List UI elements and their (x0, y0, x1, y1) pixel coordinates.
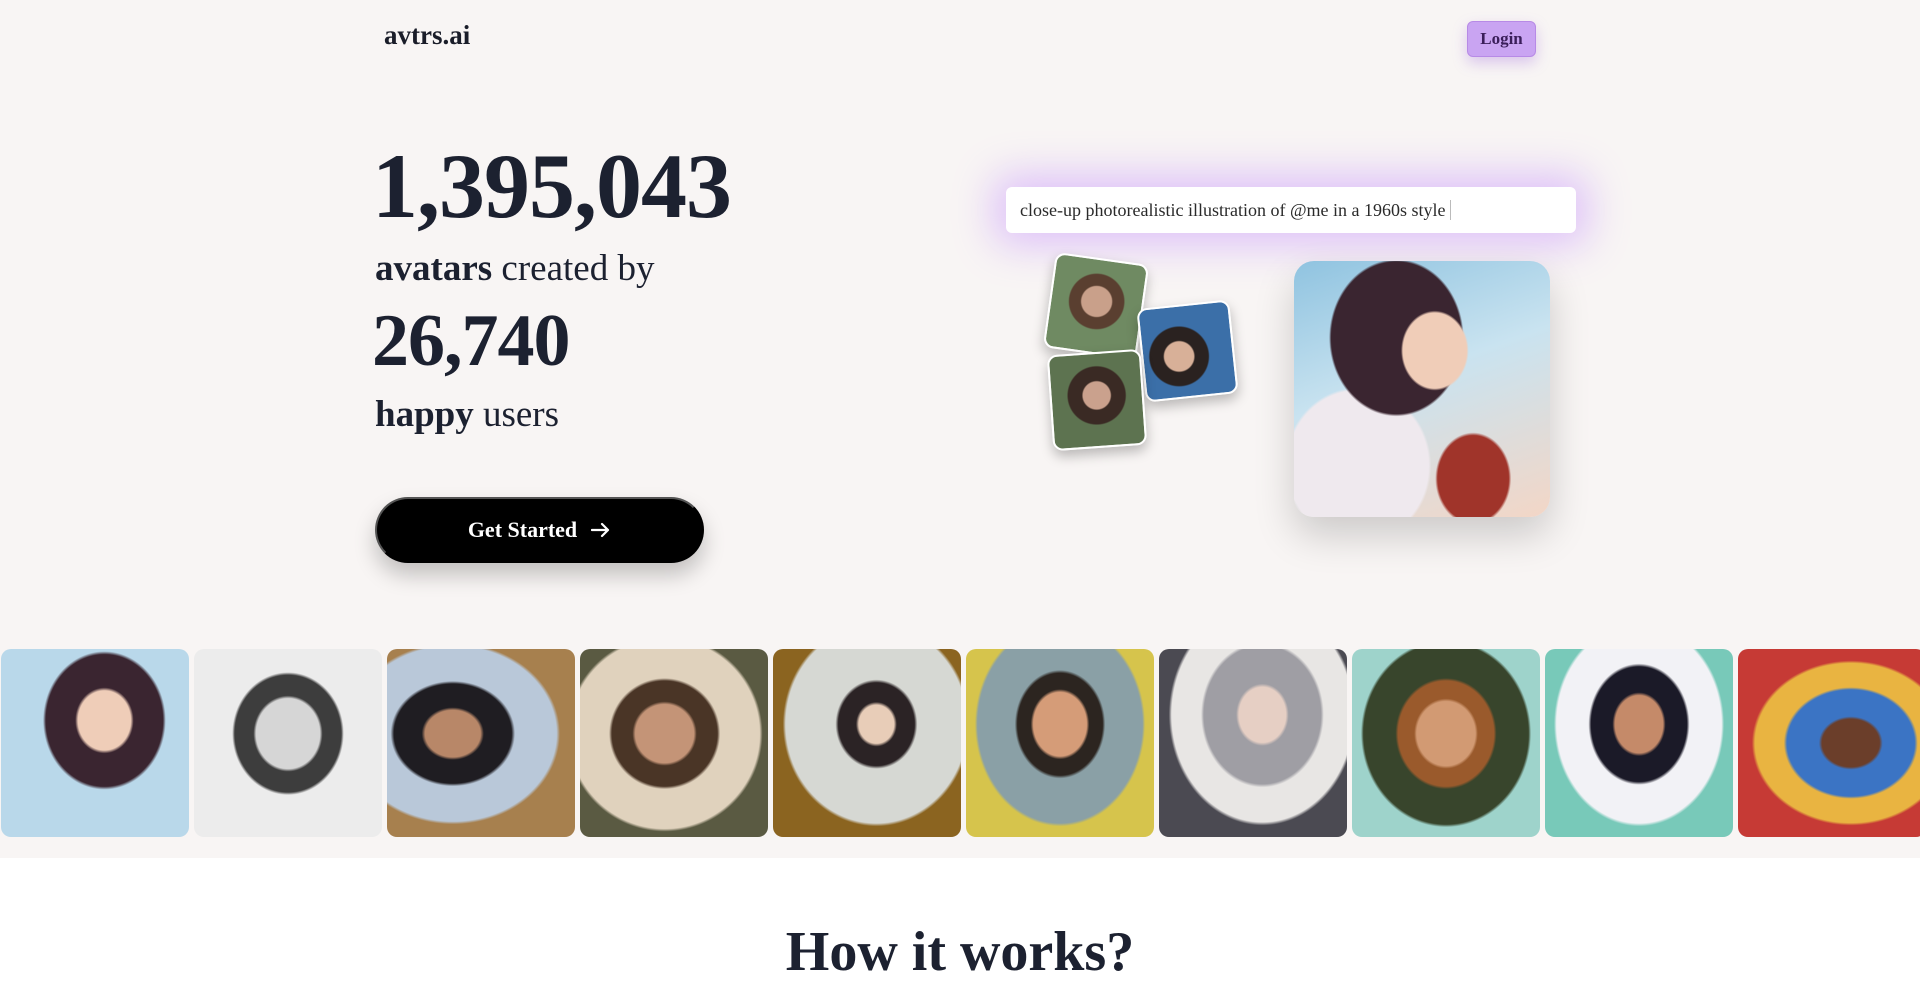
gallery-avatar-3 (387, 649, 575, 837)
arrow-right-icon (591, 522, 610, 538)
input-photo-3 (1046, 348, 1148, 452)
avatars-caption-rest: created by (492, 248, 655, 289)
users-count: 26,740 (372, 300, 570, 382)
avatars-caption: avatars created by (375, 250, 654, 287)
gallery-avatar-9 (1545, 649, 1733, 837)
users-caption: happy users (375, 396, 559, 433)
gallery-avatar-7 (1159, 649, 1347, 837)
get-started-button[interactable]: Get Started (375, 497, 704, 563)
avatars-caption-bold: avatars (375, 248, 493, 289)
avatar-gallery-strip (0, 648, 1920, 838)
gallery-avatar-10 (1738, 649, 1920, 837)
prompt-text: close-up photorealistic illustration of … (1020, 199, 1446, 220)
gallery-avatar-2 (194, 649, 382, 837)
gallery-avatar-1 (1, 649, 189, 837)
text-caret (1449, 200, 1451, 220)
login-button[interactable]: Login (1467, 21, 1536, 57)
input-photo-1 (1042, 251, 1150, 361)
gallery-avatar-6 (966, 649, 1154, 837)
hero-section: avtrs.ai Login 1,395,043 avatars created… (0, 0, 1920, 858)
get-started-label: Get Started (467, 517, 578, 542)
input-photo-2 (1136, 299, 1239, 403)
brand-logo[interactable]: avtrs.ai (384, 20, 470, 51)
avatars-count: 1,395,043 (372, 135, 732, 237)
gallery-avatar-4 (580, 649, 768, 837)
gallery-avatar-8 (1352, 649, 1540, 837)
prompt-input[interactable]: close-up photorealistic illustration of … (1006, 187, 1576, 233)
generated-avatar-image (1294, 261, 1550, 517)
users-caption-bold: happy (375, 394, 474, 435)
gallery-avatar-5 (773, 649, 961, 837)
users-caption-rest: users (473, 394, 560, 435)
how-it-works-title: How it works? (785, 921, 1135, 983)
